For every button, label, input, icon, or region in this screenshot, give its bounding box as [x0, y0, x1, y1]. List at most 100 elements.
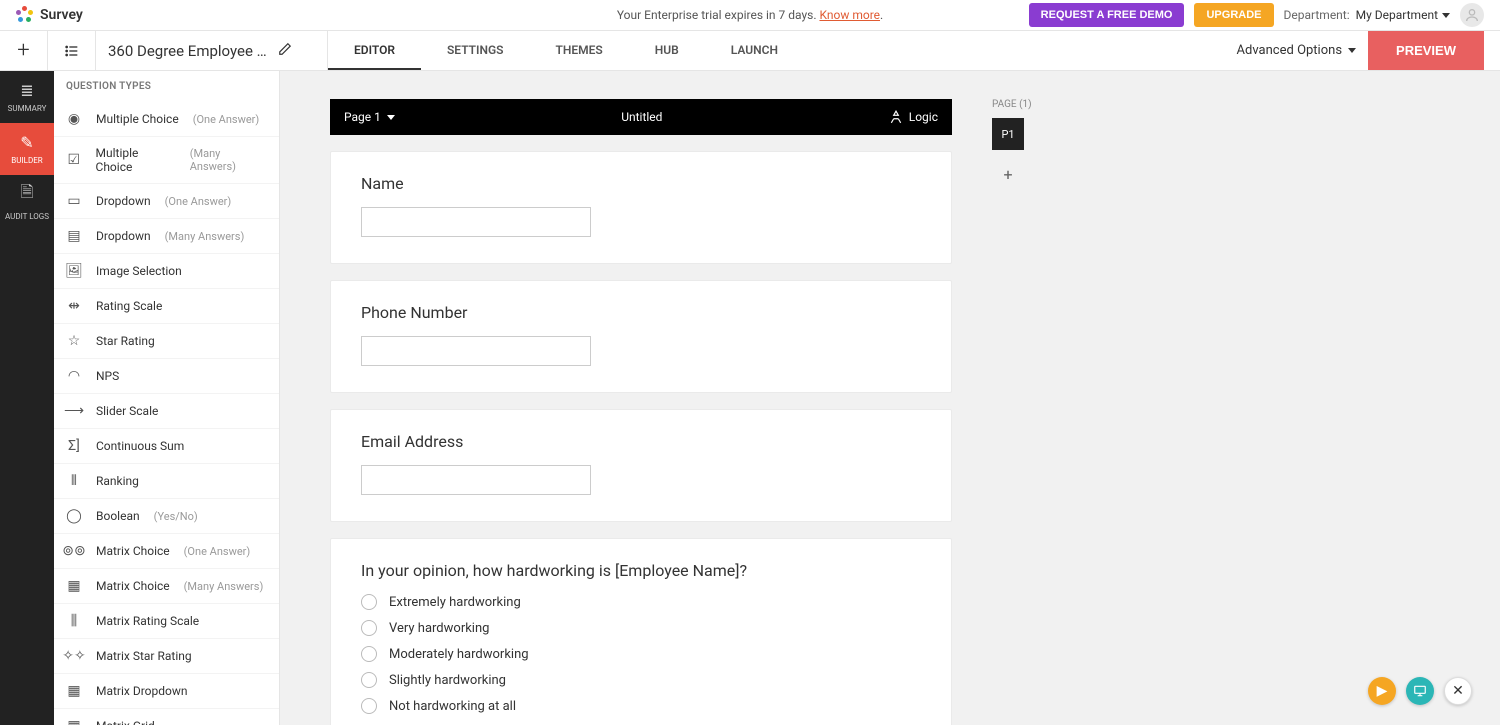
qtype-matrix-star-rating[interactable]: ✧✧Matrix Star Rating	[54, 639, 279, 674]
text-input[interactable]	[361, 336, 591, 366]
radio-option[interactable]: Not hardworking at all	[361, 698, 921, 714]
know-more-link[interactable]: Know more	[819, 8, 880, 22]
qtype-rating-scale[interactable]: ⇹Rating Scale	[54, 289, 279, 324]
rail-builder[interactable]: ✎BUILDER	[0, 123, 54, 175]
qtype-boolean[interactable]: ◯Boolean(Yes/No)	[54, 499, 279, 534]
qtype-dropdown[interactable]: ▭Dropdown(One Answer)	[54, 184, 279, 219]
present-icon	[1413, 684, 1427, 698]
qtype-icon: ▦	[66, 683, 82, 699]
qtype-icon: ◠	[66, 368, 82, 384]
qtype-multiple-choice[interactable]: ☑Multiple Choice(Many Answers)	[54, 137, 279, 184]
page-thumb[interactable]: P1	[992, 118, 1024, 150]
advanced-options-dropdown[interactable]: Advanced Options	[1237, 43, 1356, 58]
qtype-ranking[interactable]: ⫴Ranking	[54, 464, 279, 499]
left-rail: ≣SUMMARY✎BUILDER🗎AUDIT LOGS	[0, 71, 54, 725]
question-label: In your opinion, how hardworking is [Emp…	[361, 561, 921, 580]
qtype-matrix-dropdown[interactable]: ▦Matrix Dropdown	[54, 674, 279, 709]
rail-audit-logs[interactable]: 🗎AUDIT LOGS	[0, 175, 54, 227]
radio-option[interactable]: Extremely hardworking	[361, 594, 921, 610]
qtype-image-selection[interactable]: 🖼Image Selection	[54, 254, 279, 289]
plus-icon: +	[1003, 165, 1012, 184]
qtype-icon: ⇹	[66, 298, 82, 314]
question-card[interactable]: Email Address	[330, 409, 952, 522]
qtype-matrix-choice[interactable]: ▦Matrix Choice(Many Answers)	[54, 569, 279, 604]
survey-title: 360 Degree Employee E...	[108, 42, 268, 60]
qtype-matrix-rating-scale[interactable]: ⫼Matrix Rating Scale	[54, 604, 279, 639]
upgrade-button[interactable]: UPGRADE	[1194, 3, 1273, 27]
tab-hub[interactable]: HUB	[629, 31, 705, 70]
radio-option[interactable]: Moderately hardworking	[361, 646, 921, 662]
qtype-icon: Σ]	[66, 438, 82, 454]
fab-play[interactable]: ▶	[1368, 677, 1396, 705]
question-label: Email Address	[361, 432, 921, 451]
text-input[interactable]	[361, 465, 591, 495]
add-button[interactable]: +	[0, 31, 48, 70]
qtype-matrix-grid[interactable]: ▦Matrix Grid	[54, 709, 279, 725]
question-label: Phone Number	[361, 303, 921, 322]
department-selector: Department: My Department	[1284, 8, 1451, 22]
question-card[interactable]: In your opinion, how hardworking is [Emp…	[330, 538, 952, 725]
tab-launch[interactable]: LAUNCH	[705, 31, 804, 70]
qtype-dropdown[interactable]: ▤Dropdown(Many Answers)	[54, 219, 279, 254]
radio-icon	[361, 594, 377, 610]
qtype-nps[interactable]: ◠NPS	[54, 359, 279, 394]
user-avatar[interactable]	[1460, 3, 1484, 27]
chevron-down-icon	[1348, 48, 1356, 53]
edit-title-button[interactable]	[278, 42, 292, 60]
topbar: Survey Your Enterprise trial expires in …	[0, 0, 1500, 31]
logic-icon	[889, 110, 903, 124]
radio-option[interactable]: Slightly hardworking	[361, 672, 921, 688]
question-card[interactable]: Phone Number	[330, 280, 952, 393]
pencil-icon	[278, 42, 292, 56]
rail-summary[interactable]: ≣SUMMARY	[0, 71, 54, 123]
qtype-icon: ▦	[66, 718, 82, 725]
question-types-header: QUESTION TYPES	[54, 71, 279, 102]
request-demo-button[interactable]: REQUEST A FREE DEMO	[1029, 3, 1185, 27]
radio-icon	[361, 698, 377, 714]
fab-close[interactable]: ✕	[1444, 677, 1472, 705]
tab-settings[interactable]: SETTINGS	[421, 31, 530, 70]
qtype-star-rating[interactable]: ☆Star Rating	[54, 324, 279, 359]
question-card[interactable]: Name	[330, 151, 952, 264]
list-view-button[interactable]	[48, 31, 96, 70]
rail-icon: 🗎	[21, 181, 34, 208]
list-icon	[64, 43, 80, 59]
preview-button[interactable]: PREVIEW	[1368, 31, 1484, 70]
floating-actions: ▶ ✕	[1368, 677, 1472, 705]
chevron-down-icon	[1442, 13, 1450, 18]
qtype-icon: ⟶	[66, 403, 82, 419]
qtype-matrix-choice[interactable]: ⊚⊚Matrix Choice(One Answer)	[54, 534, 279, 569]
radio-icon	[361, 620, 377, 636]
page-selector[interactable]: Page 1	[344, 110, 395, 124]
survey-title-wrap: 360 Degree Employee E...	[96, 31, 328, 70]
tab-themes[interactable]: THEMES	[530, 31, 629, 70]
page-bar: Page 1 Untitled Logic	[330, 99, 952, 135]
pages-header: PAGE (1)	[992, 99, 1112, 110]
play-icon: ▶	[1377, 683, 1388, 699]
tab-editor[interactable]: EDITOR	[328, 31, 421, 70]
rail-icon: ✎	[20, 133, 33, 152]
department-dropdown[interactable]: My Department	[1356, 8, 1450, 22]
qtype-multiple-choice[interactable]: ◉Multiple Choice(One Answer)	[54, 102, 279, 137]
trial-banner: Your Enterprise trial expires in 7 days.…	[617, 8, 883, 22]
pages-panel: PAGE (1) P1 +	[992, 99, 1112, 190]
question-types-panel: QUESTION TYPES ◉Multiple Choice(One Answ…	[54, 71, 280, 725]
qtype-icon: 🖼	[66, 263, 82, 279]
radio-icon	[361, 646, 377, 662]
radio-option[interactable]: Very hardworking	[361, 620, 921, 636]
qtype-icon: ⫴	[66, 473, 82, 489]
plus-icon: +	[17, 38, 29, 63]
radio-icon	[361, 672, 377, 688]
toolbar: + 360 Degree Employee E... EDITORSETTING…	[0, 31, 1500, 71]
add-page-button[interactable]: +	[992, 158, 1024, 190]
qtype-slider-scale[interactable]: ⟶Slider Scale	[54, 394, 279, 429]
logic-button[interactable]: Logic	[889, 110, 938, 124]
brand-logo: Survey	[16, 6, 83, 24]
qtype-continuous-sum[interactable]: Σ]Continuous Sum	[54, 429, 279, 464]
qtype-icon: ▤	[66, 228, 82, 244]
survey-page-title[interactable]: Untitled	[395, 110, 889, 124]
text-input[interactable]	[361, 207, 591, 237]
qtype-icon: ⫼	[66, 613, 82, 629]
question-label: Name	[361, 174, 921, 193]
fab-present[interactable]	[1406, 677, 1434, 705]
